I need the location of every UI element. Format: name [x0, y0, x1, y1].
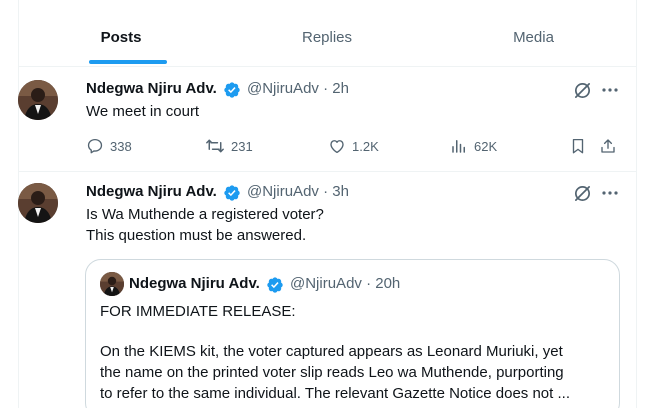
- quoted-tweet-card[interactable]: Ndegwa Njiru Adv. @NjiruAdv · 20h FOR IM…: [85, 259, 620, 408]
- profile-tabs: Posts Replies Media: [18, 0, 637, 67]
- reply-count: 338: [110, 138, 132, 154]
- tab-replies[interactable]: Replies: [224, 0, 430, 67]
- like-icon: [330, 140, 344, 154]
- repost-count: 231: [231, 138, 253, 154]
- verified-badge-icon: [224, 82, 240, 98]
- quoted-author-name: Ndegwa Njiru Adv.: [129, 275, 260, 292]
- grok-icon[interactable]: [572, 183, 592, 203]
- views-button[interactable]: 62K: [450, 137, 497, 155]
- handle-time[interactable]: @NjiruAdv · 2h: [247, 80, 349, 97]
- quoted-text-line: the name on the printed voter slip reads…: [100, 364, 564, 381]
- quoted-avatar[interactable]: [100, 272, 124, 296]
- reply-icon: [87, 138, 103, 154]
- repost-icon: [206, 139, 224, 153]
- verified-badge-icon: [224, 185, 240, 201]
- tweet-text: We meet in court: [86, 103, 200, 120]
- views-icon: [452, 140, 465, 153]
- bookmark-icon[interactable]: [568, 136, 588, 156]
- tab-media-label: Media: [513, 29, 554, 46]
- quoted-text-line: to refer to the same individual. The rel…: [100, 385, 570, 402]
- avatar[interactable]: [18, 80, 58, 120]
- repost-button[interactable]: 231: [205, 137, 253, 155]
- active-tab-indicator: [89, 60, 167, 64]
- avatar[interactable]: [18, 183, 58, 223]
- tweet-divider: [18, 171, 637, 172]
- tweet-text-line: This question must be answered.: [86, 227, 307, 244]
- quoted-text-line: On the KIEMS kit, the voter captured app…: [100, 343, 563, 360]
- author-name[interactable]: Ndegwa Njiru Adv.: [86, 183, 217, 200]
- share-icon[interactable]: [598, 136, 618, 156]
- tab-posts[interactable]: Posts: [18, 0, 224, 67]
- tweet-text-line: Is Wa Muthende a registered voter?: [86, 206, 324, 223]
- views-count: 62K: [474, 138, 498, 154]
- more-icon[interactable]: [600, 80, 620, 100]
- tab-media[interactable]: Media: [430, 0, 637, 67]
- grok-icon[interactable]: [572, 80, 592, 100]
- quoted-handle-time: @NjiruAdv · 20h: [290, 275, 401, 292]
- more-icon[interactable]: [600, 183, 620, 203]
- quoted-text-line: FOR IMMEDIATE RELEASE:: [100, 303, 296, 320]
- author-name[interactable]: Ndegwa Njiru Adv.: [86, 80, 217, 97]
- handle-time[interactable]: @NjiruAdv · 3h: [247, 183, 349, 200]
- like-count: 1.2K: [352, 138, 379, 154]
- tab-replies-label: Replies: [301, 29, 353, 46]
- reply-button[interactable]: 338: [86, 137, 132, 155]
- tab-posts-label: Posts: [100, 29, 142, 46]
- verified-badge-icon: [267, 277, 283, 293]
- like-button[interactable]: 1.2K: [328, 137, 379, 155]
